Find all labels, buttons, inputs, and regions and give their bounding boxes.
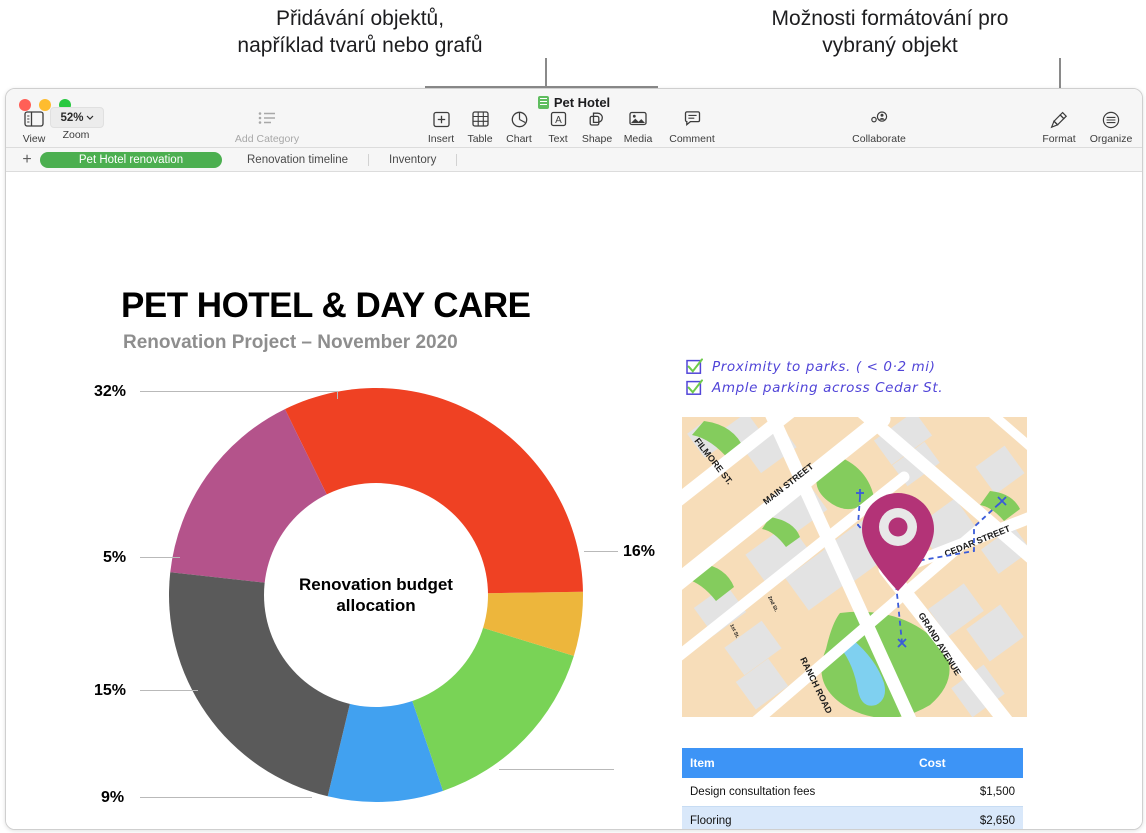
document-title-text: Pet Hotel: [553, 95, 611, 110]
toolbar-add-category-label: Add Category: [234, 133, 300, 145]
donut-chart[interactable]: Renovation budget allocation: [166, 385, 586, 805]
leader-line-design: [140, 797, 312, 798]
table-header-row: Item Cost: [682, 748, 1023, 778]
sheet-tab-renovation-timeline[interactable]: Renovation timeline: [231, 152, 364, 168]
handwritten-checklist: Proximity to parks. ( < 0·2 mi) Ample pa…: [686, 358, 943, 396]
cell-item[interactable]: Flooring: [682, 806, 911, 829]
comment-icon: [654, 111, 730, 132]
toolbar-organize[interactable]: Organize: [1079, 111, 1142, 146]
toolbar-organize-label: Organize: [1089, 133, 1133, 145]
map-svg: FILMORE ST. MAIN STREET CEDAR STREET RAN…: [682, 417, 1027, 717]
spreadsheet-canvas: PET HOTEL & DAY CARE Renovation Project …: [6, 172, 1142, 829]
column-header-item[interactable]: Item: [682, 748, 911, 778]
checklist-item-2: Ample parking across Cedar St.: [686, 379, 943, 396]
checkbox-checked-icon: [686, 358, 703, 375]
column-header-cost[interactable]: Cost: [911, 748, 1023, 778]
callout-format-options: Možnosti formátování pro vybraný objekt: [771, 7, 1009, 57]
toolbar-comment-label: Comment: [669, 133, 715, 145]
toolbar-add-category[interactable]: Add Category: [221, 111, 313, 146]
pct-label-design: 9%: [101, 789, 125, 806]
collaborate-icon: [839, 111, 919, 132]
cell-cost[interactable]: $2,650: [911, 806, 1023, 829]
cost-table-head: Item Cost: [682, 748, 1023, 778]
cost-table[interactable]: Item Cost Design consultation fees $1,50…: [682, 748, 1023, 829]
toolbar-media-label: Media: [623, 133, 653, 145]
pct-label-plumbing: 5%: [103, 549, 127, 566]
leader-line-fixtures: [584, 551, 618, 552]
callout-insert-leader-stem: [545, 58, 547, 86]
chevron-down-icon: [86, 115, 93, 120]
toolbar-collaborate-label: Collaborate: [852, 133, 906, 145]
sheet-subtitle: Renovation Project – November 2020: [123, 332, 458, 353]
toolbar-comment[interactable]: Comment: [654, 111, 730, 146]
toolbar-view-label: View: [22, 133, 46, 145]
table-row[interactable]: Design consultation fees $1,500: [682, 778, 1023, 807]
document-title: Pet Hotel: [6, 95, 1142, 110]
tab-separator: [368, 153, 370, 166]
pct-label-flooring: 15%: [94, 682, 127, 699]
map-image[interactable]: FILMORE ST. MAIN STREET CEDAR STREET RAN…: [682, 417, 1027, 717]
pct-label-fixtures: 16%: [623, 543, 656, 560]
toolbar-collaborate[interactable]: Collaborate: [839, 111, 919, 146]
numbers-document-icon: [537, 96, 549, 109]
checkbox-checked-icon: [686, 379, 703, 396]
leader-line-labor: [499, 769, 614, 770]
pct-label-cabinetry: 32%: [94, 383, 127, 400]
cell-cost[interactable]: $1,500: [911, 778, 1023, 807]
leader-line-cabinetry: [140, 391, 338, 392]
toolbar-zoom-label: Zoom: [62, 129, 90, 141]
donut-center-line1: Renovation budget: [299, 574, 453, 594]
leader-line-cabinetry-tick: [337, 391, 338, 399]
red-circle-annotation: [605, 828, 683, 829]
list-icon: [221, 111, 313, 132]
checklist-label-2: Ample parking across Cedar St.: [712, 379, 944, 396]
cost-table-body: Design consultation fees $1,500 Flooring…: [682, 778, 1023, 829]
donut-center-line2: allocation: [336, 596, 416, 615]
checklist-label-1: Proximity to parks. ( < 0·2 mi): [712, 358, 936, 375]
leader-line-flooring: [140, 690, 198, 691]
donut-center-label: Renovation budget allocation: [271, 574, 481, 617]
organize-icon: [1079, 111, 1142, 132]
sheet-tab-bar: + Pet Hotel renovation Renovation timeli…: [6, 148, 1142, 172]
zoom-value: 52%: [60, 111, 84, 124]
cell-item[interactable]: Design consultation fees: [682, 778, 911, 807]
sheet-tab-pet-hotel-renovation[interactable]: Pet Hotel renovation: [40, 151, 222, 168]
callout-insert-objects: Přidávání objektů, například tvarů nebo …: [237, 7, 483, 57]
leader-line-plumbing: [140, 557, 180, 558]
page-root: Přidávání objektů, například tvarů nebo …: [0, 0, 1146, 833]
sheet-title: PET HOTEL & DAY CARE: [121, 286, 531, 325]
zoom-select[interactable]: 52%: [50, 107, 104, 128]
table-row[interactable]: Flooring $2,650: [682, 806, 1023, 829]
svg-text:A: A: [555, 115, 562, 126]
sheet-tab-inventory[interactable]: Inventory: [373, 152, 452, 168]
toolbar-format-label: Format: [1042, 133, 1076, 145]
app-window: Pet Hotel View 52% Zoom Add Category Ins…: [5, 88, 1143, 830]
toolbar: Pet Hotel View 52% Zoom Add Category Ins…: [6, 89, 1142, 148]
checklist-item-1: Proximity to parks. ( < 0·2 mi): [686, 358, 943, 375]
tab-separator: [456, 153, 458, 166]
add-sheet-button[interactable]: +: [14, 151, 40, 168]
